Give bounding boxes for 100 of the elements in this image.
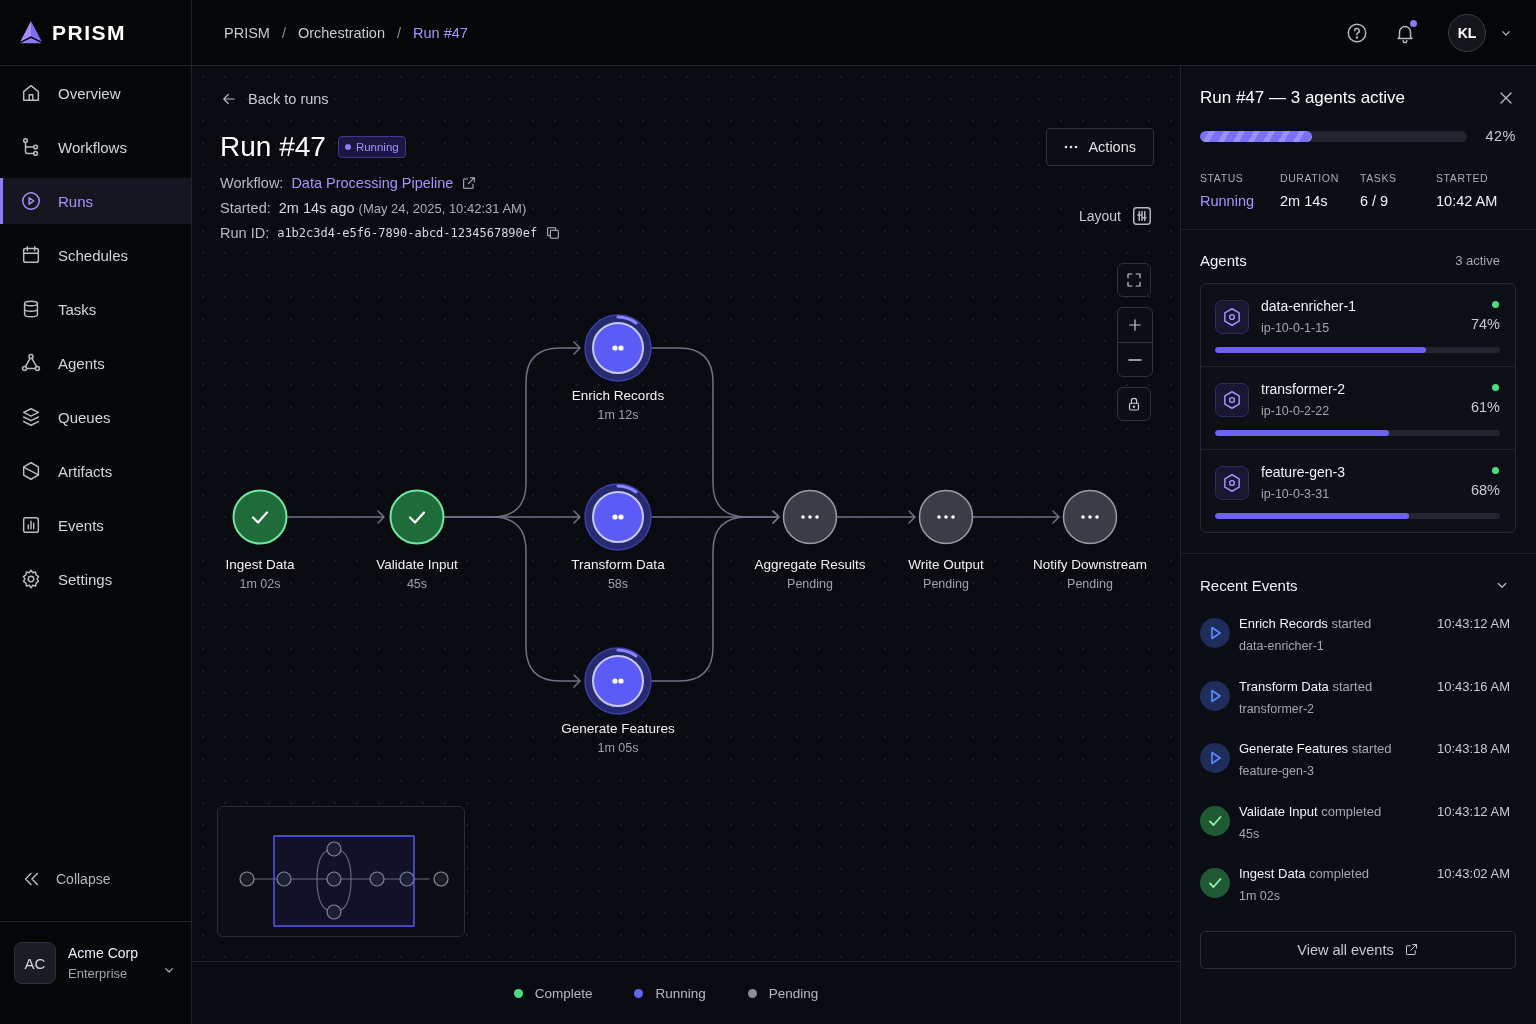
node-label: Aggregate Results xyxy=(754,557,866,572)
run-title: Run #47 xyxy=(220,131,326,163)
started-timestamp: (May 24, 2025, 10:42:31 AM) xyxy=(358,200,527,216)
event-detail: data-enricher-1 xyxy=(1239,639,1325,653)
started-value: 2m 14s ago xyxy=(278,200,355,216)
event-text: Transform Data started xyxy=(1239,678,1374,694)
completed-node[interactable] xyxy=(389,489,445,545)
sidebar-item[interactable]: Events xyxy=(0,502,191,548)
collapse-button[interactable]: Collapse xyxy=(0,859,191,922)
sidebar-item[interactable]: Queues xyxy=(0,394,191,440)
field-label: Run ID: xyxy=(220,225,270,241)
workflow-link[interactable]: Data Processing Pipeline xyxy=(291,175,454,191)
node-label: Write Output xyxy=(908,557,984,572)
breadcrumb-link[interactable]: Orchestration xyxy=(297,24,385,41)
hexagon-icon xyxy=(20,460,42,482)
event-time: 10:43:12 AM xyxy=(1437,803,1510,819)
stat-value: Running xyxy=(1200,193,1255,209)
stat-value: 2m 14s xyxy=(1279,193,1329,209)
agent-load-percent: 68% xyxy=(1470,482,1500,498)
running-node[interactable] xyxy=(584,483,652,551)
calendar-icon xyxy=(20,244,42,266)
brand-name: PRISM xyxy=(52,20,126,45)
sliders-icon[interactable] xyxy=(1131,205,1153,227)
settings-icon xyxy=(20,568,42,590)
stat-value: 10:42 AM xyxy=(1436,193,1499,209)
node-duration: 1m 12s xyxy=(597,408,639,422)
event-detail: 1m 02s xyxy=(1239,889,1281,903)
sidebar-item[interactable]: Settings xyxy=(0,556,191,602)
node-duration: Pending xyxy=(787,577,833,591)
node-duration: 1m 02s xyxy=(239,577,281,591)
pending-node[interactable] xyxy=(918,489,974,545)
section-title: Recent Events xyxy=(1200,576,1298,594)
account-plan: Enterprise xyxy=(68,966,129,981)
sidebar-item[interactable]: Workflows xyxy=(0,124,191,170)
node-duration: Pending xyxy=(1067,577,1113,591)
expand-icon xyxy=(1125,271,1143,289)
event-time: 10:43:18 AM xyxy=(1437,741,1510,756)
agent-load-percent: 74% xyxy=(1470,316,1500,332)
actions-button[interactable]: Actions xyxy=(1046,128,1154,166)
back-link[interactable]: Back to runs xyxy=(220,90,1154,108)
running-node[interactable] xyxy=(584,647,652,715)
breadcrumb-link[interactable]: Run #47 xyxy=(413,24,468,41)
agent-name: feature-gen-3 xyxy=(1261,464,1347,480)
hexagon-icon xyxy=(1221,305,1243,328)
status-badge: Running xyxy=(337,136,406,158)
node-label: Notify Downstream xyxy=(1032,557,1147,572)
event-time: 10:43:12 AM xyxy=(1437,616,1510,631)
hexagon-icon xyxy=(1221,388,1243,411)
running-node[interactable] xyxy=(584,314,652,382)
legend-label: Running xyxy=(655,985,706,1001)
sidebar-item[interactable]: Tasks xyxy=(0,286,191,332)
node-duration: 45s xyxy=(406,577,428,591)
agent-name: transformer-2 xyxy=(1261,381,1347,397)
fullscreen-button[interactable] xyxy=(1117,263,1151,297)
breadcrumb-separator: / xyxy=(281,24,286,41)
check-status-icon xyxy=(1200,805,1230,836)
node-duration: 58s xyxy=(607,577,629,591)
home-icon xyxy=(20,82,42,104)
completed-node[interactable] xyxy=(232,489,288,545)
sidebar-item[interactable]: Agents xyxy=(0,340,191,386)
stat-label: STATUS xyxy=(1200,172,1245,184)
minus-icon xyxy=(1128,358,1142,361)
sidebar-item[interactable]: Overview xyxy=(0,70,191,116)
account-avatar[interactable]: AC xyxy=(14,942,56,984)
sidebar-item[interactable]: Artifacts xyxy=(0,448,191,494)
external-link-icon[interactable] xyxy=(461,175,478,191)
pending-node[interactable] xyxy=(1062,489,1118,545)
view-all-events-button[interactable]: View all events xyxy=(1200,930,1516,969)
stat-label: DURATION xyxy=(1279,172,1340,184)
sidebar-item[interactable]: Schedules xyxy=(0,232,191,278)
breadcrumb-link[interactable]: PRISM xyxy=(224,24,270,41)
event-text: Validate Input completed xyxy=(1239,803,1383,819)
event-detail: feature-gen-3 xyxy=(1239,764,1316,778)
event-time: 10:43:02 AM xyxy=(1437,866,1510,881)
node-label: Transform Data xyxy=(571,557,665,572)
user-avatar[interactable]: KL xyxy=(1448,13,1486,52)
copy-icon[interactable] xyxy=(545,225,562,241)
stat-value: 6 / 9 xyxy=(1359,193,1390,209)
lock-button[interactable] xyxy=(1117,387,1151,421)
breadcrumb-separator: / xyxy=(397,24,402,41)
node-label: Generate Features xyxy=(561,721,675,736)
account-name: Acme Corp xyxy=(68,945,140,961)
sidebar-item[interactable]: Runs xyxy=(0,178,191,224)
legend-label: Complete xyxy=(534,985,593,1001)
external-link-icon xyxy=(1403,942,1419,957)
minimap[interactable] xyxy=(217,806,465,937)
event-time: 10:43:16 AM xyxy=(1437,678,1510,694)
event-text: Ingest Data completed xyxy=(1239,866,1371,881)
legend-label: Pending xyxy=(768,985,819,1001)
pending-node[interactable] xyxy=(782,489,838,545)
plus-icon xyxy=(1126,316,1144,334)
agent-host: ip-10-0-3-31 xyxy=(1261,487,1331,501)
node-label: Enrich Records xyxy=(571,388,665,403)
field-label: Workflow: xyxy=(220,175,284,191)
logo-icon xyxy=(18,19,44,46)
play-circle-icon xyxy=(20,190,42,212)
run-id: a1b2c3d4-e5f6-7890-abcd-1234567890ef xyxy=(277,226,538,240)
event-detail: transformer-2 xyxy=(1239,701,1316,716)
agent-count: 3 active xyxy=(1455,253,1500,268)
help-icon[interactable] xyxy=(1346,21,1368,44)
